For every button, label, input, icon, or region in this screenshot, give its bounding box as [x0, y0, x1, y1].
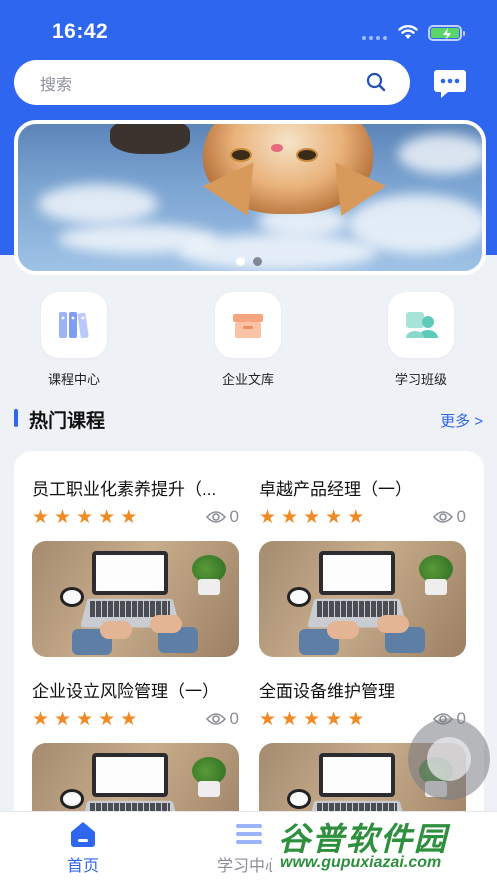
- banner-carousel[interactable]: [14, 120, 486, 275]
- star-icon: ★: [303, 507, 321, 528]
- section-title: 热门课程: [29, 411, 106, 432]
- course-rating: ★ ★ ★ ★ ★: [32, 507, 137, 529]
- battery-icon: [428, 25, 465, 41]
- star-icon: ★: [347, 507, 365, 528]
- star-icon: ★: [98, 709, 116, 730]
- course-title: 全面设备维护管理: [259, 682, 395, 701]
- star-icon: ★: [281, 507, 299, 528]
- course-card[interactable]: 员工职业化素养提升（... ★ ★ ★ ★ ★ 0: [32, 475, 239, 657]
- carousel-indicator: [236, 257, 262, 266]
- more-link[interactable]: 更多 >: [440, 410, 483, 431]
- file-box-icon: [233, 314, 263, 338]
- quick-link-label: 企业文库: [221, 372, 274, 387]
- star-icon: ★: [32, 709, 50, 730]
- star-icon: ★: [54, 507, 72, 528]
- eye-icon: [205, 713, 226, 725]
- status-bar: 16:42: [0, 0, 497, 60]
- star-icon: ★: [120, 507, 138, 528]
- star-icon: ★: [98, 507, 116, 528]
- star-icon: ★: [325, 709, 343, 730]
- course-thumbnail: [259, 541, 466, 657]
- course-views: 0: [432, 507, 466, 527]
- class-people-icon: [406, 312, 438, 338]
- course-card[interactable]: 企业设立风险管理（一） ★ ★ ★ ★ ★ 0: [32, 677, 239, 831]
- home-icon: [71, 822, 95, 847]
- eye-icon: [432, 511, 453, 523]
- course-card[interactable]: 卓越产品经理（一） ★ ★ ★ ★ ★ 0: [259, 475, 466, 657]
- books-icon: [59, 312, 89, 339]
- course-meta: ★ ★ ★ ★ ★ 0: [259, 505, 466, 535]
- search-input[interactable]: 搜索: [14, 60, 410, 105]
- tab-home[interactable]: 首页: [28, 820, 138, 876]
- course-title: 员工职业化素养提升（...: [32, 480, 217, 499]
- status-time: 16:42: [52, 20, 109, 43]
- section-accent-bar: [14, 409, 18, 427]
- course-thumbnail: [32, 541, 239, 657]
- course-rating: ★ ★ ★ ★ ★: [259, 507, 364, 529]
- course-meta: ★ ★ ★ ★ ★ 0: [32, 707, 239, 737]
- star-icon: ★: [54, 709, 72, 730]
- star-icon: ★: [259, 709, 277, 730]
- star-icon: ★: [281, 709, 299, 730]
- star-icon: ★: [76, 709, 94, 730]
- views-count: 0: [456, 507, 466, 526]
- banner-cat-paw: [110, 124, 190, 154]
- quick-link-label: 课程中心: [47, 372, 100, 387]
- quick-link-enterprise-library[interactable]: 企业文库: [208, 292, 288, 388]
- course-title: 企业设立风险管理（一）: [32, 682, 219, 701]
- views-count: 0: [229, 507, 239, 526]
- quick-link-study-class[interactable]: 学习班级: [381, 292, 461, 388]
- course-title: 卓越产品经理（一）: [259, 480, 412, 499]
- quick-link-label: 学习班级: [394, 372, 447, 387]
- quick-link-course-center[interactable]: 课程中心: [34, 292, 114, 388]
- eye-icon: [205, 511, 226, 523]
- wifi-icon: [398, 25, 418, 39]
- course-meta: ★ ★ ★ ★ ★ 0: [32, 505, 239, 535]
- hot-courses-header: 热门课程 更多 >: [0, 405, 497, 435]
- views-count: 0: [229, 709, 239, 728]
- watermark-logo: 谷普软件园 www.gupuxiazai.com: [272, 812, 494, 878]
- course-rating: ★ ★ ★ ★ ★: [259, 709, 364, 731]
- watermark-url: www.gupuxiazai.com: [280, 854, 442, 871]
- tab-label: 首页: [66, 858, 99, 875]
- floating-assistive-button[interactable]: [408, 718, 490, 800]
- star-icon: ★: [259, 507, 277, 528]
- search-icon[interactable]: [366, 72, 386, 92]
- signal-icon: [362, 36, 387, 40]
- carousel-dot-1[interactable]: [236, 257, 245, 266]
- star-icon: ★: [76, 507, 94, 528]
- study-list-icon: [236, 824, 262, 844]
- search-placeholder: 搜索: [40, 76, 73, 94]
- course-views: 0: [205, 507, 239, 527]
- star-icon: ★: [347, 709, 365, 730]
- carousel-dot-2[interactable]: [253, 257, 262, 266]
- message-icon[interactable]: [433, 68, 467, 100]
- star-icon: ★: [32, 507, 50, 528]
- star-icon: ★: [120, 709, 138, 730]
- star-icon: ★: [303, 709, 321, 730]
- star-icon: ★: [325, 507, 343, 528]
- course-rating: ★ ★ ★ ★ ★: [32, 709, 137, 731]
- course-views: 0: [205, 709, 239, 729]
